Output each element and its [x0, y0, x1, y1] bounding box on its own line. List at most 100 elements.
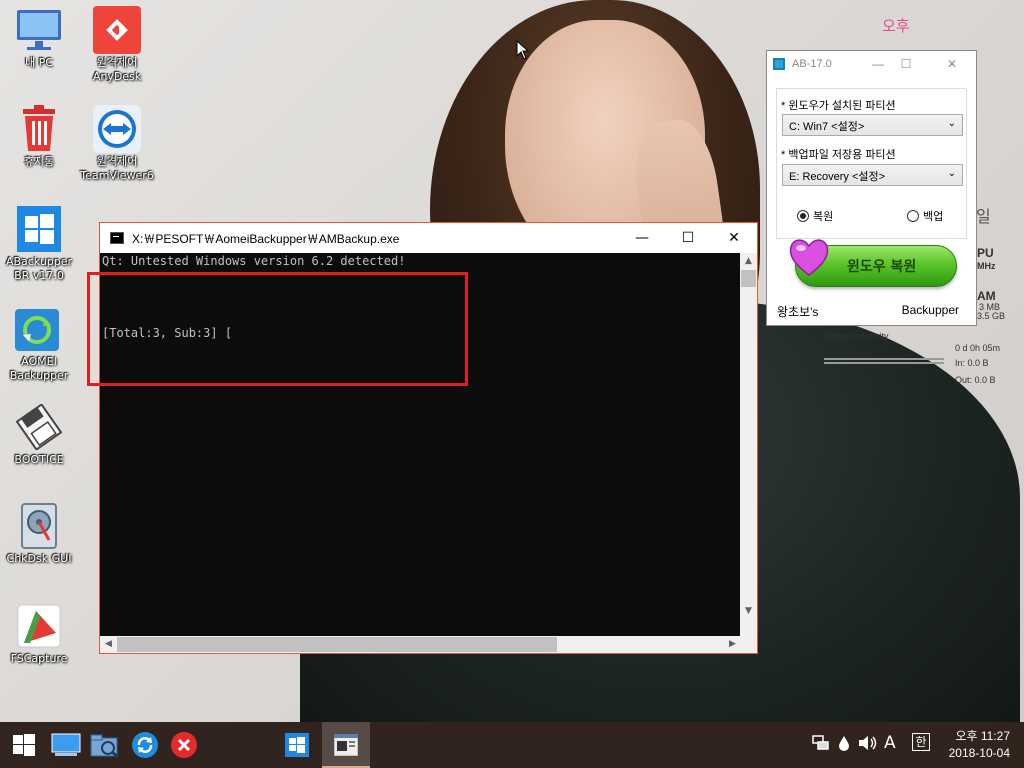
scroll-down-arrow-icon[interactable]: ▼ [740, 603, 757, 620]
desktop-icon-label: AnyDesk [92, 70, 142, 83]
backup-radio[interactable]: 백업 [907, 208, 943, 224]
taskbar-clock[interactable]: 오후 11:27 2018-10-04 [949, 728, 1010, 762]
desktop-icon-anydesk[interactable]: 원격제어 AnyDesk [78, 6, 156, 84]
desktop-icon-label: ABackupper [5, 255, 73, 268]
red-close-icon [171, 732, 197, 758]
windows-partition-value: C: Win7 <설정> [789, 121, 865, 133]
desktop-icon-label: BR v17.0 [14, 269, 64, 282]
console-titlebar[interactable]: X:￦PESOFT￦AomeiBackupper￦AMBackup.exe — … [100, 223, 757, 253]
windows-partition-label: * 윈도우가 설치된 파티션 [781, 100, 896, 112]
gadget-cpu-mhz: MHz [977, 261, 996, 271]
desktop-icon-label: ChkDsk GUI [6, 552, 72, 565]
chevron-down-icon: ⌄ [947, 168, 956, 179]
taskbar-refresh-button[interactable] [128, 729, 162, 761]
taskbar-desktop-button[interactable] [49, 729, 83, 761]
disk-check-icon [15, 502, 63, 550]
taskbar-close-all-button[interactable] [167, 729, 201, 761]
horizontal-scrollbar[interactable]: ◀ ▶ [100, 636, 741, 653]
restore-windows-button[interactable]: 윈도우 복원 [787, 235, 957, 291]
desktop-icon-my-pc[interactable]: 내 PC [0, 6, 78, 70]
desktop-icon-label: 원격제어 [96, 56, 138, 69]
ab-app-icon [773, 58, 785, 70]
desktop-icon-teamviewer[interactable]: 원격제어 TeamViewer6 [78, 105, 156, 183]
restore-radio[interactable]: 복원 [797, 208, 833, 224]
scrollbar-corner [740, 636, 757, 653]
aomei-icon [15, 305, 63, 353]
gadget-uptime: 0 d 0h 05m [955, 343, 1001, 353]
desktop-icon-label: FSCapture [10, 652, 68, 665]
floppy-disk-icon [15, 403, 63, 451]
heart-icon [787, 235, 831, 279]
ime-mode-indicator[interactable]: A [884, 733, 896, 753]
scroll-left-arrow-icon[interactable]: ◀ [100, 636, 117, 653]
desktop-icon-label: 원격제어 [96, 155, 138, 168]
taskbar-explorer-button[interactable] [88, 729, 122, 761]
desktop-icon-chkdsk-gui[interactable]: ChkDsk GUI [0, 502, 78, 566]
maximize-button[interactable]: ☐ [665, 223, 711, 253]
desktop-icon-label: 내 PC [25, 56, 53, 69]
horizontal-scroll-thumb[interactable] [117, 637, 557, 652]
desktop-icon-aomei-backupper[interactable]: AOMEI Backupper [0, 305, 78, 383]
scroll-right-arrow-icon[interactable]: ▶ [724, 636, 741, 653]
gadget-network-label: Network Activity [825, 331, 889, 341]
taskbar-app-console-active[interactable] [322, 722, 370, 768]
taskbar-app-abackupper[interactable] [280, 729, 314, 761]
desktop-icon-label: AOMEI [21, 355, 57, 368]
ab-titlebar[interactable]: AB-17.0 — ☐ ✕ [767, 51, 976, 77]
backup-radio-label: 백업 [923, 211, 944, 223]
ab-close-button[interactable]: ✕ [938, 51, 966, 77]
windows-partition-select[interactable]: C: Win7 <설정> ⌄ [782, 114, 963, 136]
radio-unselected-indicator [907, 210, 919, 222]
backup-partition-select[interactable]: E: Recovery <설정> ⌄ [782, 164, 963, 186]
console-app-icon [110, 232, 124, 244]
restore-radio-label: 복원 [813, 211, 834, 223]
backup-partition-value: E: Recovery <설정> [789, 171, 886, 183]
desktop-icon-recycle-bin[interactable]: 휴지통 [0, 105, 78, 169]
minimize-button[interactable]: — [619, 223, 665, 253]
console-app-icon [333, 733, 359, 759]
ab-window-title: AB-17.0 [792, 58, 832, 70]
clock-date: 2018-10-04 [948, 746, 1010, 760]
gadget-network-bar-out [824, 362, 944, 364]
network-tray-icon[interactable] [812, 735, 830, 755]
windows-start-icon [13, 734, 35, 756]
teamviewer-icon [93, 105, 141, 153]
gadget-ram-gb: 3.5 GB [977, 311, 1006, 321]
gadget-cpu-label: PU [977, 246, 994, 260]
desktop-icon-abackupper[interactable]: ABackupper BR v17.0 [0, 205, 78, 283]
console-line: Qt: Untested Windows version 6.2 detecte… [102, 254, 406, 268]
monitor-icon [15, 6, 63, 54]
ab-maximize-button[interactable]: ☐ [892, 51, 920, 77]
console-title: X:￦PESOFT￦AomeiBackupper￦AMBackup.exe [132, 231, 400, 246]
scroll-up-arrow-icon[interactable]: ▲ [740, 253, 757, 270]
volume-tray-icon[interactable] [858, 735, 878, 755]
desktop-icon-label: 휴지통 [23, 155, 55, 168]
recycle-bin-icon [15, 105, 63, 153]
gadget-in: In: 0.0 B [955, 358, 989, 368]
anydesk-icon [93, 6, 141, 54]
windows-logo-icon [15, 205, 63, 253]
ime-korean-indicator[interactable]: 한 [912, 733, 930, 751]
desktop-icon-bootice[interactable]: BOOTICE [0, 403, 78, 467]
footer-author: 왕초보's [777, 305, 819, 319]
close-button[interactable]: ✕ [711, 223, 757, 253]
vertical-scrollbar[interactable]: ▲ ▼ [740, 253, 757, 637]
ab-window[interactable]: AB-17.0 — ☐ ✕ * 윈도우가 설치된 파티션 C: Win7 <설정… [766, 50, 977, 326]
ab-minimize-button[interactable]: — [864, 51, 892, 77]
radio-selected-indicator [797, 210, 809, 222]
clock-time: 오후 11:27 [955, 729, 1010, 743]
footer-product: Backupper [901, 303, 959, 317]
desktop-icon-fscapture[interactable]: FSCapture [0, 602, 78, 666]
chevron-down-icon: ⌄ [947, 118, 956, 129]
fscapture-icon [15, 602, 63, 650]
file-explorer-icon [90, 734, 119, 758]
gadget-out: Out: 0.0 B [955, 375, 996, 385]
desktop-icon-label: BOOTICE [14, 453, 64, 466]
vertical-scroll-thumb[interactable] [741, 270, 756, 287]
start-button[interactable] [7, 729, 41, 761]
water-drop-tray-icon[interactable] [838, 735, 850, 755]
backup-partition-label: * 백업파일 저장용 파티션 [781, 149, 896, 161]
mouse-cursor-icon [516, 39, 530, 63]
gadget-ram-label: AM [977, 289, 996, 303]
desktop-icon-label: Backupper [9, 369, 69, 382]
